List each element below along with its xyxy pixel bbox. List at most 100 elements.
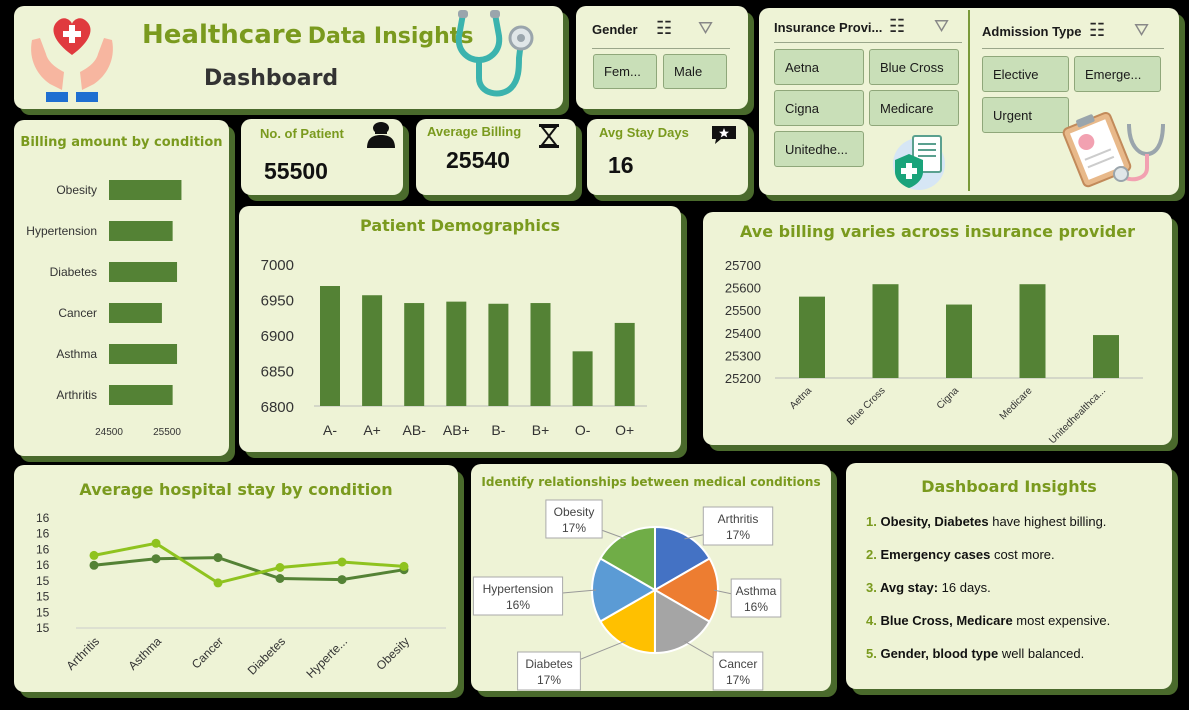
insurance-option-aetna[interactable]: Aetna (774, 49, 864, 85)
tick-label: 15 (36, 590, 50, 604)
gender-slicer: Gender ☷ ⛛ Fem... Male (576, 6, 748, 109)
patient-demographics-panel: Patient Demographics 7000 6950 6900 6850 680… (239, 206, 681, 452)
category-label: Diabetes (50, 265, 97, 279)
bar (799, 296, 825, 378)
patient-demographics-chart: 7000 6950 6900 6850 6800 A- A+ AB- AB+ B- B+ O- O+ (261, 257, 647, 438)
category-label: Unitedhealthca... (1047, 385, 1108, 445)
bar (530, 303, 551, 406)
insight-text: cost more. (990, 547, 1055, 562)
chart-title: Patient Demographics (360, 216, 560, 235)
tick-label: 15 (36, 621, 50, 635)
clear-filter-icon[interactable]: ⛛ (1134, 20, 1149, 41)
insurance-billing-chart: 25700 25600 25500 25400 25300 25200 Aetna Blue … (725, 258, 1143, 445)
hospital-stay-panel: Average hospital stay by condition 16 16 1… (14, 465, 458, 692)
kpi-patients-label: No. of Patient (260, 126, 344, 141)
insights-title: Dashboard Insights (921, 477, 1097, 496)
tick-label: 16 (36, 511, 50, 525)
kpi-billing-label: Average Billing (427, 124, 522, 139)
slice-percent-label: 17% (726, 673, 750, 687)
category-label: A+ (363, 422, 381, 438)
tick-label: 16 (36, 558, 50, 572)
tick-label: 24500 (95, 427, 123, 438)
multi-select-icon[interactable]: ☷ (889, 16, 905, 37)
insurance-option-unitedhealthcare[interactable]: Unitedhe... (774, 131, 864, 167)
category-label: Hyperte... (303, 634, 350, 681)
data-point (337, 575, 347, 585)
chart-title: Average hospital stay by condition (79, 480, 393, 499)
data-point (399, 561, 409, 571)
category-label: Asthma (56, 347, 97, 361)
insurance-slicer-label: Insurance Provi... (774, 20, 883, 35)
admission-option-urgent[interactable]: Urgent (982, 97, 1069, 133)
slice-percent-label: 17% (562, 521, 586, 535)
page-title: Healthcare Data Insights (142, 20, 474, 50)
slice-percent-label: 17% (726, 528, 750, 542)
bar (109, 344, 178, 364)
insight-number: 1. (866, 514, 881, 529)
insight-text: well balanced. (998, 646, 1085, 661)
insight-number: 2. (866, 547, 881, 562)
insight-emphasis: Avg stay: (879, 580, 939, 595)
bar (872, 284, 899, 378)
insurance-option-medicare[interactable]: Medicare (869, 90, 959, 126)
admission-slicer-label: Admission Type (982, 24, 1082, 39)
insight-text: 16 days. (938, 580, 991, 595)
category-label: Arthritis (56, 388, 97, 402)
insurance-admission-panel: Insurance Provi... ☷ ⛛ Aetna Blue Cross … (759, 8, 1179, 195)
clear-filter-icon[interactable]: ⛛ (934, 16, 949, 37)
insight-item: 1. Obesity, Diabetes have highest billin… (866, 514, 1106, 529)
bar (1093, 335, 1119, 378)
insight-text: most expensive. (1012, 613, 1111, 628)
data-point (151, 554, 161, 564)
clear-filter-icon[interactable]: ⛛ (698, 18, 713, 39)
kpi-billing-card: Average Billing 25540 (416, 119, 576, 195)
tick-label: 25500 (153, 427, 181, 438)
tick-label: 16 (36, 542, 50, 556)
chart-title: Billing amount by condition (20, 135, 223, 150)
insight-number: 4. (866, 613, 881, 628)
tick-label: 16 (36, 527, 50, 541)
insight-emphasis: Gender, blood type (880, 646, 999, 661)
gender-option-male[interactable]: Male (663, 54, 727, 89)
conditions-pie-chart: Arthritis 17% Asthma 16% Cancer 17% Diabetes 17… (472, 499, 782, 691)
bar (404, 303, 425, 406)
tick-label: 6950 (261, 293, 294, 310)
stethoscope-icon (455, 10, 534, 97)
tick-label: 25600 (725, 281, 761, 296)
kpi-patients-card: No. of Patient 55500 (241, 119, 403, 195)
data-point (337, 557, 347, 567)
chart-title: Ave billing varies across insurance prov… (739, 222, 1135, 241)
insight-emphasis: Blue Cross, Medicare (880, 613, 1013, 628)
slice-percent-label: 16% (744, 600, 768, 614)
insurance-option-cigna[interactable]: Cigna (774, 90, 864, 126)
insight-emphasis: Obesity, Diabetes (880, 514, 989, 529)
gender-option-female[interactable]: Fem... (593, 54, 657, 89)
bar (446, 301, 467, 406)
slice-percent-label: 16% (506, 598, 530, 612)
admission-option-elective[interactable]: Elective (982, 56, 1069, 92)
insurance-document-icon (893, 135, 945, 190)
multi-select-icon[interactable]: ☷ (1089, 20, 1105, 41)
category-label: Arthritis (63, 634, 102, 673)
bar (320, 286, 340, 406)
slice-category-label: Obesity (554, 505, 595, 519)
category-label: O+ (615, 422, 634, 438)
bar (1019, 284, 1046, 378)
insurance-option-blue-cross[interactable]: Blue Cross (869, 49, 959, 85)
tick-label: 25300 (725, 348, 761, 363)
category-label: B- (491, 422, 505, 438)
category-label: Obesity (373, 634, 412, 673)
bar (109, 180, 182, 200)
bar (109, 221, 173, 241)
bar (109, 262, 178, 282)
tick-label: 15 (36, 574, 50, 588)
slice-category-label: Asthma (736, 584, 777, 598)
insight-item: 2. Emergency cases cost more. (866, 547, 1055, 562)
category-label: O- (575, 422, 591, 438)
insight-number: 5. (866, 646, 881, 661)
admission-option-emergency[interactable]: Emerge... (1074, 56, 1161, 92)
kpi-patients-value: 55500 (264, 158, 328, 184)
clipboard-stethoscope-icon (1062, 111, 1165, 188)
person-icon (367, 122, 395, 148)
multi-select-icon[interactable]: ☷ (656, 18, 672, 39)
